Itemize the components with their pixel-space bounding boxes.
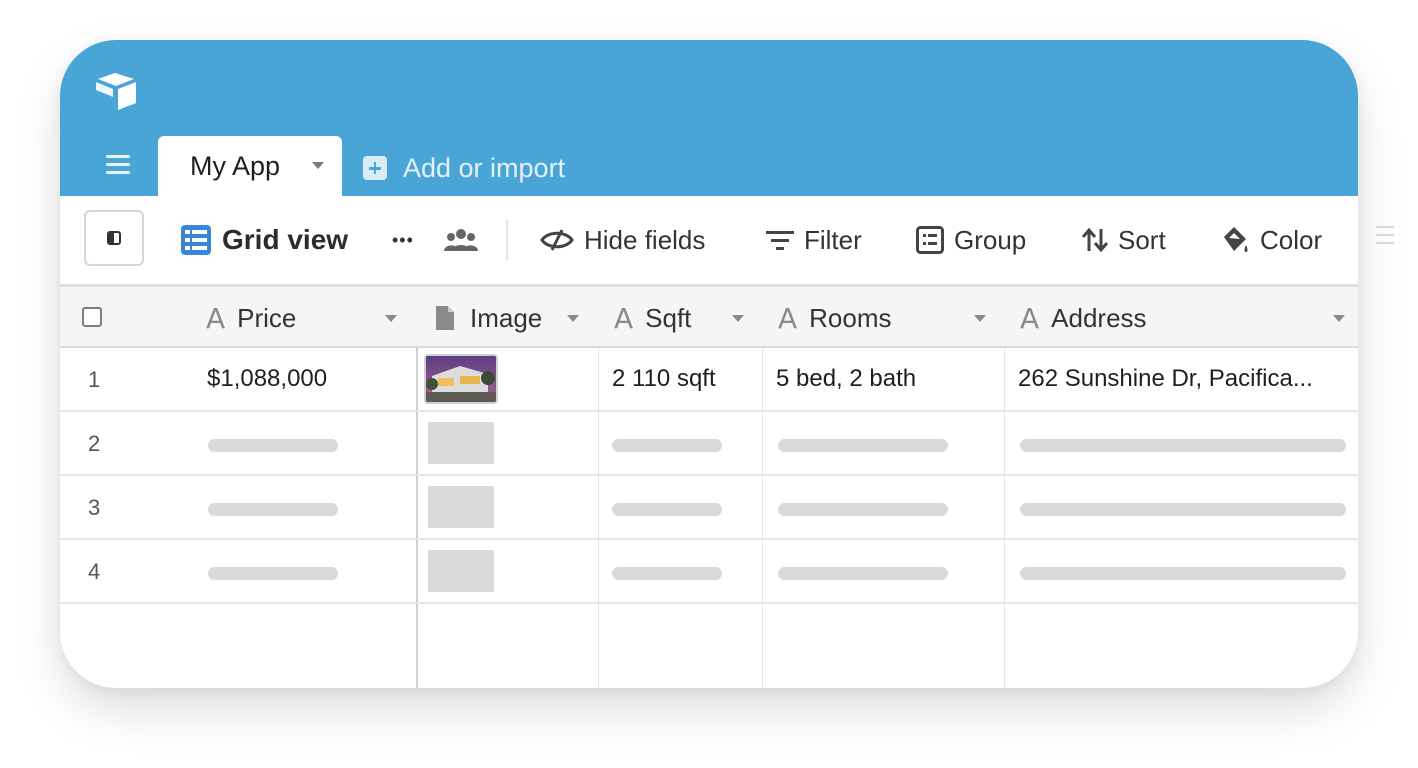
color-button[interactable]: Color [1220, 220, 1322, 260]
chevron-down-icon[interactable] [312, 162, 324, 169]
paint-bucket-icon [1224, 227, 1248, 252]
filter-icon [766, 231, 794, 250]
house-photo-thumbnail[interactable] [424, 354, 498, 404]
tab-my-app[interactable]: My App [158, 136, 342, 196]
row-number: 3 [88, 495, 101, 520]
column-label: Image [470, 302, 543, 333]
address-cell[interactable]: 262 Sunshine Dr, Pacifica... [1018, 365, 1313, 393]
hide-fields-button[interactable]: Hide fields [540, 220, 705, 260]
grid-header: A Price Image A Sqft A Rooms A Address [60, 284, 1358, 348]
placeholder-bar [778, 439, 948, 452]
placeholder-bar [778, 567, 948, 580]
placeholder-bar [208, 567, 338, 580]
text-field-icon: A [206, 301, 226, 335]
group-icon [916, 226, 944, 254]
placeholder-bar [612, 439, 722, 452]
column-header-rooms[interactable]: A Rooms [778, 287, 892, 349]
airtable-logo-icon[interactable] [94, 70, 140, 110]
placeholder-bar [208, 439, 338, 452]
price-cell[interactable]: $1,088,000 [207, 365, 327, 393]
placeholder-bar [778, 503, 948, 516]
group-button[interactable]: Group [916, 220, 1026, 260]
tab-label: My App [190, 151, 281, 181]
toolbar-divider [506, 220, 508, 260]
text-field-icon: A [614, 301, 634, 335]
placeholder-image [428, 486, 494, 528]
text-field-icon: A [778, 301, 798, 335]
placeholder-bar [208, 503, 338, 516]
chevron-down-icon[interactable] [974, 315, 986, 322]
placeholder-bar [612, 567, 722, 580]
people-icon [444, 229, 478, 251]
placeholder-bar [1020, 503, 1346, 516]
chevron-down-icon[interactable] [567, 315, 579, 322]
chevron-down-icon[interactable] [1333, 315, 1345, 322]
table-row[interactable]: 2 [60, 412, 1358, 476]
column-label: Price [237, 302, 297, 333]
more-icon: ••• [392, 229, 414, 250]
chevron-down-icon[interactable] [385, 315, 397, 322]
sort-icon [1082, 227, 1108, 253]
placeholder-bar [612, 503, 722, 516]
filter-label: Filter [804, 224, 862, 255]
menu-icon[interactable] [106, 155, 130, 175]
group-label: Group [954, 224, 1027, 255]
view-switcher[interactable]: Grid view [180, 220, 348, 260]
column-label: Rooms [809, 302, 892, 333]
sidebar-toggle-button[interactable] [84, 210, 144, 266]
attachment-field-icon [436, 306, 454, 330]
sort-label: Sort [1118, 224, 1166, 255]
select-all-checkbox[interactable] [82, 307, 102, 327]
placeholder-image [428, 550, 494, 592]
column-label: Address [1051, 302, 1147, 333]
add-or-import-label: Add or import [403, 152, 566, 183]
faded-menu-icon [1376, 226, 1394, 256]
column-header-sqft[interactable]: A Sqft [614, 287, 691, 349]
placeholder-image [428, 422, 494, 464]
column-header-price[interactable]: A Price [206, 287, 296, 349]
view-name: Grid view [222, 224, 349, 255]
row-number: 2 [88, 431, 101, 456]
view-toolbar: Grid view ••• Hide fields Filter Group S… [60, 196, 1358, 284]
rooms-cell[interactable]: 5 bed, 2 bath [776, 365, 916, 393]
table-row[interactable]: 4 [60, 540, 1358, 604]
column-label: Sqft [645, 302, 692, 333]
row-number: 1 [88, 367, 101, 392]
sqft-cell[interactable]: 2 110 sqft [612, 365, 716, 393]
plus-icon [363, 156, 387, 180]
sidebar-icon [107, 231, 121, 245]
data-grid: A Price Image A Sqft A Rooms A Address 1… [60, 284, 1358, 688]
add-or-import-button[interactable]: Add or import [363, 152, 565, 184]
grid-view-icon [181, 225, 211, 255]
table-row[interactable]: 1 $1,088,000 2 110 sqft 5 bed, 2 bath 26… [60, 348, 1358, 412]
placeholder-bar [1020, 439, 1346, 452]
placeholder-bar [1020, 567, 1346, 580]
column-header-address[interactable]: A Address [1020, 287, 1147, 349]
eye-slash-icon [540, 229, 574, 251]
sort-button[interactable]: Sort [1082, 220, 1166, 260]
collaborators-button[interactable] [444, 220, 488, 260]
hide-fields-label: Hide fields [584, 224, 706, 255]
more-options-button[interactable]: ••• [392, 220, 414, 260]
filter-button[interactable]: Filter [766, 220, 862, 260]
top-bar: My App Add or import [60, 40, 1358, 196]
color-label: Color [1260, 224, 1323, 255]
house-image [426, 356, 496, 402]
chevron-down-icon[interactable] [732, 315, 744, 322]
column-header-image[interactable]: Image [434, 287, 542, 349]
app-window: My App Add or import Grid view ••• Hide … [60, 40, 1358, 688]
text-field-icon: A [1020, 301, 1040, 335]
table-row[interactable]: 3 [60, 476, 1358, 540]
row-number: 4 [88, 559, 101, 584]
